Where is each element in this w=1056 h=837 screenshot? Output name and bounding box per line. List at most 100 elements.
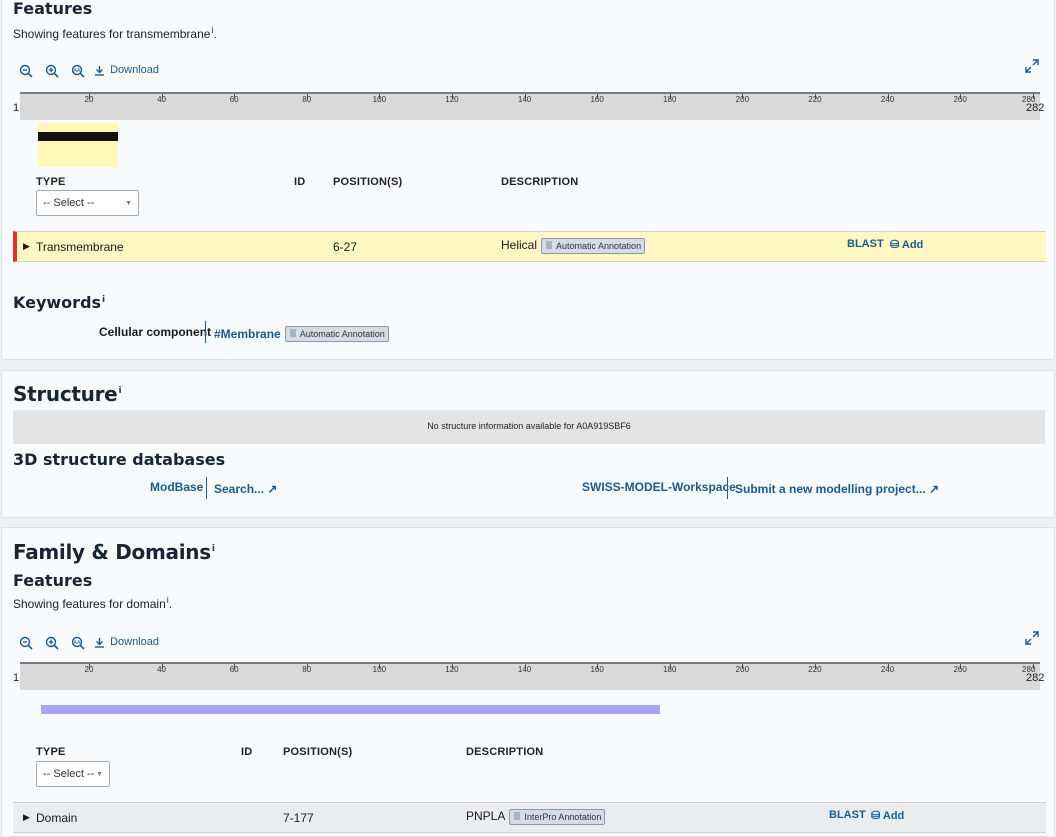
- ruler-tick-label: 240: [880, 95, 895, 104]
- ruler-tick-label: 80: [302, 665, 312, 674]
- ruler-tick-label: 280: [1022, 665, 1036, 674]
- ruler-tick-label: 100: [372, 665, 387, 674]
- info-icon[interactable]: i: [212, 544, 215, 554]
- structure-notice: No structure information available for A…: [13, 410, 1045, 444]
- col-id: ID: [241, 746, 253, 758]
- type-filter-select[interactable]: -- Select -- ▼: [36, 190, 139, 216]
- basket-icon: ⛁: [871, 810, 881, 822]
- keywords-title: Keywordsi: [13, 293, 106, 312]
- structure-title: Structurei: [13, 382, 122, 406]
- fullscreen-icon[interactable]: [1025, 631, 1039, 650]
- feature-positions: 6-27: [333, 240, 358, 254]
- ruler-tick-label: 180: [663, 665, 677, 674]
- ruler-tick-label: 260: [953, 665, 967, 674]
- zoom-in-icon[interactable]: [45, 64, 59, 78]
- download-icon: [95, 637, 104, 648]
- modbase-search-link[interactable]: Search... ↗: [214, 482, 277, 496]
- col-type: TYPE: [36, 176, 66, 188]
- table-row[interactable]: ▶ Transmembrane 6-27 Helical Automatic An…: [13, 231, 1046, 262]
- download-button[interactable]: Download: [94, 636, 159, 648]
- zoom-to-sequence-icon[interactable]: AA: [71, 64, 85, 78]
- ruler-tick-label: 220: [808, 665, 822, 674]
- keyword-category-label: Cellular component: [99, 325, 212, 339]
- ruler-tick-label: 120: [445, 665, 459, 674]
- ruler-tick-label: 20: [84, 665, 94, 674]
- zoom-out-icon[interactable]: [19, 64, 33, 78]
- structure-card: Structurei No structure information avai…: [1, 370, 1055, 518]
- col-positions: POSITION(S): [283, 746, 353, 758]
- feature-positions: 7-177: [283, 811, 314, 825]
- zoom-to-sequence-icon[interactable]: AA: [71, 636, 85, 650]
- family-domains-card: Family & Domainsi Features Showing featu…: [1, 527, 1055, 837]
- info-icon[interactable]: i: [118, 386, 121, 396]
- table-row[interactable]: ▶ Domain 7-177 PNPLA InterPro Annotation …: [13, 802, 1046, 833]
- ruler-tick-label: 160: [590, 95, 604, 104]
- family-domains-title: Family & Domainsi: [13, 540, 215, 564]
- add-basket-button[interactable]: ⛁ Add: [871, 809, 904, 822]
- info-icon[interactable]: i: [102, 295, 105, 305]
- ruler-tick-label: 60: [229, 665, 239, 674]
- domain-features-title: Features: [13, 571, 93, 590]
- fullscreen-icon[interactable]: [1025, 59, 1039, 78]
- ruler-tick-label: 200: [735, 665, 750, 674]
- feature-type: Transmembrane: [36, 240, 124, 254]
- ruler-ticks: 20 40 60 80 100 120 140 160 180 200 220 240 260 280: [20, 92, 1040, 112]
- ruler-ticks: 20 40 60 80 100 120 140 160 180 200 220 240 260 280: [20, 662, 1040, 682]
- svg-text:AA: AA: [74, 68, 82, 74]
- col-id: ID: [294, 176, 306, 188]
- features-title: Features: [13, 0, 93, 18]
- evidence-badge[interactable]: Automatic Annotation: [284, 325, 389, 342]
- expand-icon[interactable]: ▶: [23, 241, 30, 252]
- col-type: TYPE: [36, 746, 66, 758]
- modbase-label: ModBase: [150, 480, 204, 494]
- ruler-tick-label: 20: [84, 95, 94, 104]
- ruler-tick-label: 60: [229, 95, 239, 104]
- external-link-icon: ↗: [929, 482, 940, 496]
- ruler-tick-label: 40: [157, 95, 167, 104]
- ruler-tick-label: 160: [590, 665, 604, 674]
- ruler-start-label: 1: [13, 672, 20, 684]
- expand-icon[interactable]: ▶: [23, 812, 30, 823]
- swiss-model-submit-link[interactable]: Submit a new modelling project... ↗: [735, 482, 939, 496]
- features-subtitle: Showing features for transmembranei.: [13, 25, 217, 41]
- feature-description: PNPLA InterPro Annotation: [466, 809, 606, 825]
- feature-description: Helical Automatic Annotation: [501, 238, 646, 254]
- features-card: Features Showing features for transmembr…: [1, 0, 1055, 360]
- ruler-tick-label: 240: [880, 665, 895, 674]
- transmembrane-feature-bar[interactable]: [38, 132, 118, 141]
- download-icon: [95, 65, 104, 76]
- evidence-badge[interactable]: InterPro Annotation: [509, 809, 606, 825]
- col-description: DESCRIPTION: [466, 746, 544, 758]
- ruler-start-label: 1: [13, 102, 20, 114]
- blast-link[interactable]: BLAST: [829, 809, 866, 821]
- transmembrane-track-highlight: [38, 123, 118, 167]
- ruler-tick-label: 220: [808, 95, 822, 104]
- structure-db-title: 3D structure databases: [13, 450, 226, 469]
- zoom-in-icon[interactable]: [45, 636, 59, 650]
- swiss-model-label: SWISS-MODEL-Workspace: [582, 480, 736, 494]
- evidence-badge[interactable]: Automatic Annotation: [541, 238, 646, 254]
- ruler-tick-label: 260: [953, 95, 967, 104]
- ruler-tick-label: 280: [1022, 95, 1036, 104]
- ruler-tick-label: 180: [663, 95, 677, 104]
- add-basket-button[interactable]: ⛁ Add: [890, 238, 923, 251]
- external-link-icon: ↗: [267, 482, 278, 496]
- ruler-tick-label: 200: [735, 95, 750, 104]
- keyword-link[interactable]: #Membrane: [214, 327, 281, 341]
- domain-features-subtitle: Showing features for domaini.: [13, 595, 173, 611]
- domain-feature-bar[interactable]: [41, 705, 660, 714]
- feature-type: Domain: [36, 811, 78, 825]
- svg-text:AA: AA: [74, 640, 82, 646]
- basket-icon: ⛁: [890, 239, 900, 251]
- ruler-tick-label: 100: [372, 95, 387, 104]
- download-button[interactable]: Download: [94, 64, 159, 76]
- type-filter-select[interactable]: -- Select -- ▼: [36, 761, 110, 787]
- ruler-tick-label: 40: [157, 665, 167, 674]
- col-description: DESCRIPTION: [501, 176, 579, 188]
- zoom-out-icon[interactable]: [19, 636, 33, 650]
- ruler-tick-label: 120: [445, 95, 459, 104]
- col-positions: POSITION(S): [333, 176, 403, 188]
- blast-link[interactable]: BLAST: [847, 238, 884, 250]
- ruler-tick-label: 80: [302, 95, 312, 104]
- ruler-tick-label: 140: [517, 665, 532, 674]
